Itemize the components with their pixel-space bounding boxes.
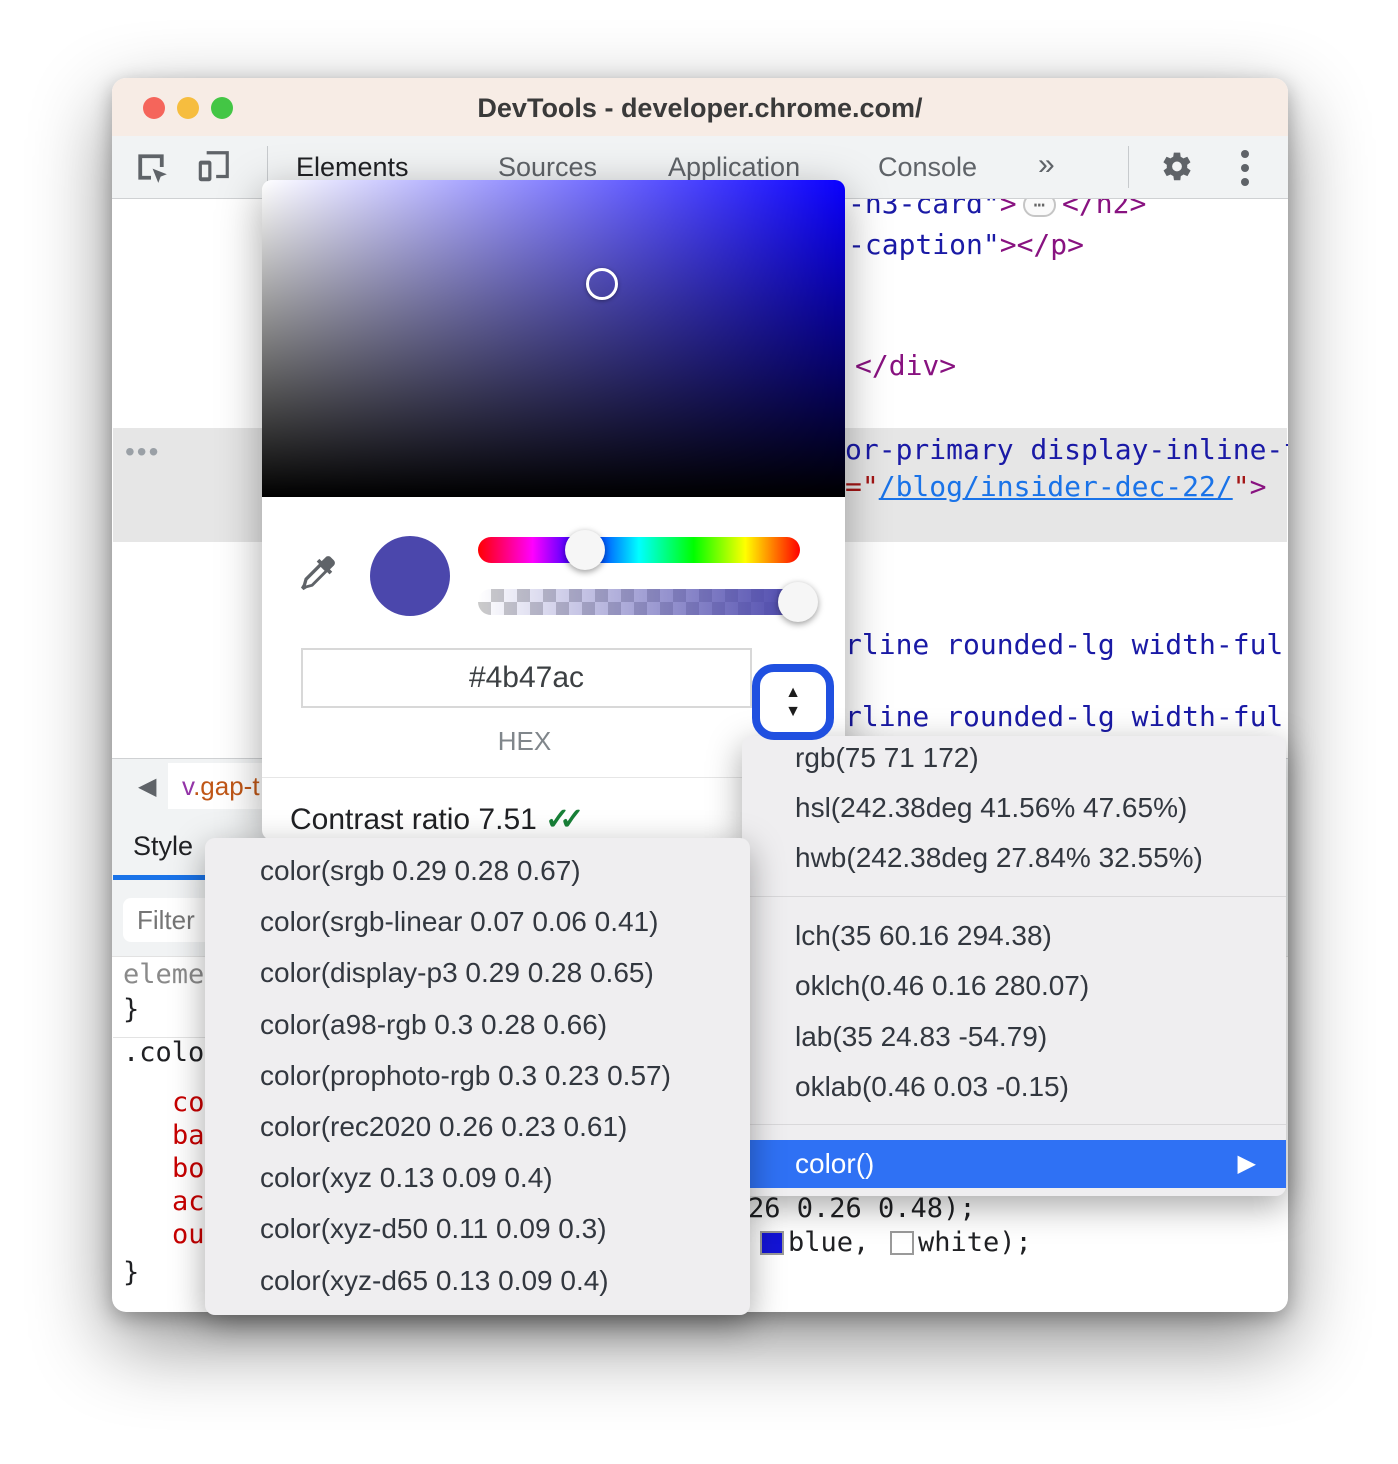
css-selector[interactable]: .colo <box>123 1038 204 1068</box>
menu-item-oklch[interactable]: oklch(0.46 0.16 280.07) <box>742 964 1286 1008</box>
spinner-up-icon[interactable]: ▲ <box>785 685 801 701</box>
hex-value-input[interactable] <box>301 648 752 708</box>
menu-item-rgb[interactable]: rgb(75 71 172) <box>742 736 1286 780</box>
tab-console[interactable]: Console <box>878 136 977 198</box>
css-property[interactable]: ou <box>172 1220 205 1250</box>
contrast-ratio-row[interactable]: Contrast ratio 7.51 ✓✓ <box>290 802 584 837</box>
dom-selected-line2[interactable]: ="/blog/insider-dec-22/"> <box>845 471 1266 503</box>
menu-separator <box>742 1124 1286 1125</box>
dom-line-div-close[interactable]: </div> <box>855 350 956 382</box>
current-color-swatch <box>370 536 450 616</box>
css-value-white[interactable]: white); <box>918 1228 1032 1258</box>
element-style-selector[interactable]: eleme <box>123 960 204 990</box>
color-space-submenu: color(srgb 0.29 0.28 0.67) color(srgb-li… <box>205 838 750 1315</box>
submenu-item-display-p3[interactable]: color(display-p3 0.29 0.28 0.65) <box>205 951 750 995</box>
dom-row-ellipsis[interactable]: ••• <box>125 436 160 468</box>
dom-line-r1[interactable]: rline rounded-lg width-ful <box>845 629 1283 661</box>
shade-gradient-area[interactable] <box>262 180 845 497</box>
dom-selected-line1[interactable]: or-primary display-inline-f <box>845 434 1288 466</box>
css-property[interactable]: ac <box>172 1187 205 1217</box>
submenu-item-xyz-d50[interactable]: color(xyz-d50 0.11 0.09 0.3) <box>205 1207 750 1251</box>
inspect-element-icon[interactable] <box>132 148 170 186</box>
rule-close-brace: } <box>123 995 139 1025</box>
eyedropper-icon[interactable] <box>296 551 342 597</box>
color-format-menu: rgb(75 71 172) hsl(242.38deg 41.56% 47.6… <box>742 736 1286 1196</box>
screenshot-canvas: { "window": { "title": "DevTools - devel… <box>0 0 1398 1464</box>
submenu-item-prophoto[interactable]: color(prophoto-rgb 0.3 0.23 0.57) <box>205 1054 750 1098</box>
hue-slider-handle[interactable] <box>565 530 605 570</box>
device-toolbar-icon[interactable] <box>194 148 232 186</box>
dom-line-r2[interactable]: rline rounded-lg width-ful <box>845 701 1283 733</box>
toolbar-divider-right <box>1128 146 1129 188</box>
menu-item-lab[interactable]: lab(35 24.83 -54.79) <box>742 1015 1286 1059</box>
menu-item-color-selected[interactable]: color()▶ <box>742 1140 1286 1188</box>
alpha-slider[interactable] <box>478 589 800 615</box>
css-value-blue[interactable]: blue, <box>788 1228 886 1258</box>
submenu-item-rec2020[interactable]: color(rec2020 0.26 0.23 0.61) <box>205 1105 750 1149</box>
rule-close-brace: } <box>123 1258 139 1288</box>
submenu-item-xyz[interactable]: color(xyz 0.13 0.09 0.4) <box>205 1156 750 1200</box>
hue-slider[interactable] <box>478 537 800 563</box>
submenu-arrow-icon: ▶ <box>1238 1140 1256 1188</box>
window-title: DevTools - developer.chrome.com/ <box>112 78 1288 136</box>
submenu-item-xyz-d65[interactable]: color(xyz-d65 0.13 0.09 0.4) <box>205 1259 750 1303</box>
white-color-swatch[interactable] <box>890 1231 914 1255</box>
css-property[interactable]: co <box>172 1088 205 1118</box>
blue-color-swatch[interactable] <box>760 1231 784 1255</box>
alpha-slider-handle[interactable] <box>778 582 818 622</box>
menu-item-hwb[interactable]: hwb(242.38deg 27.84% 32.55%) <box>742 836 1286 880</box>
menu-item-hsl[interactable]: hsl(242.38deg 41.56% 47.65%) <box>742 786 1286 830</box>
css-property[interactable]: bo <box>172 1154 205 1184</box>
spinner-down-icon[interactable]: ▼ <box>785 704 801 720</box>
css-property[interactable]: ba <box>172 1121 205 1151</box>
color-format-spinner[interactable]: ▲ ▼ <box>752 664 834 740</box>
breadcrumb-back-icon[interactable]: ◀ <box>138 772 156 801</box>
tab-styles[interactable]: Style <box>133 812 193 880</box>
hex-format-label: HEX <box>301 726 748 757</box>
href-link[interactable]: /blog/insider-dec-22/ <box>879 470 1233 503</box>
more-tabs-chevron-icon[interactable]: » <box>1038 136 1055 198</box>
submenu-item-srgb-linear[interactable]: color(srgb-linear 0.07 0.06 0.41) <box>205 900 750 944</box>
title-bar: DevTools - developer.chrome.com/ <box>112 78 1288 137</box>
menu-separator <box>742 896 1286 897</box>
submenu-item-a98-rgb[interactable]: color(a98-rgb 0.3 0.28 0.66) <box>205 1003 750 1047</box>
css-value-fragment[interactable]: 26 0.26 0.48); <box>748 1194 976 1224</box>
submenu-item-srgb[interactable]: color(srgb 0.29 0.28 0.67) <box>205 849 750 893</box>
menu-item-lch[interactable]: lch(35 60.16 294.38) <box>742 914 1286 958</box>
shade-selector-ring[interactable] <box>586 268 618 300</box>
settings-gear-icon[interactable] <box>1158 149 1196 187</box>
menu-item-oklab[interactable]: oklab(0.46 0.03 -0.15) <box>742 1065 1286 1109</box>
contrast-pass-checkmarks-icon: ✓✓ <box>545 803 584 836</box>
dom-line-p[interactable]: -caption"></p> <box>848 229 1084 261</box>
